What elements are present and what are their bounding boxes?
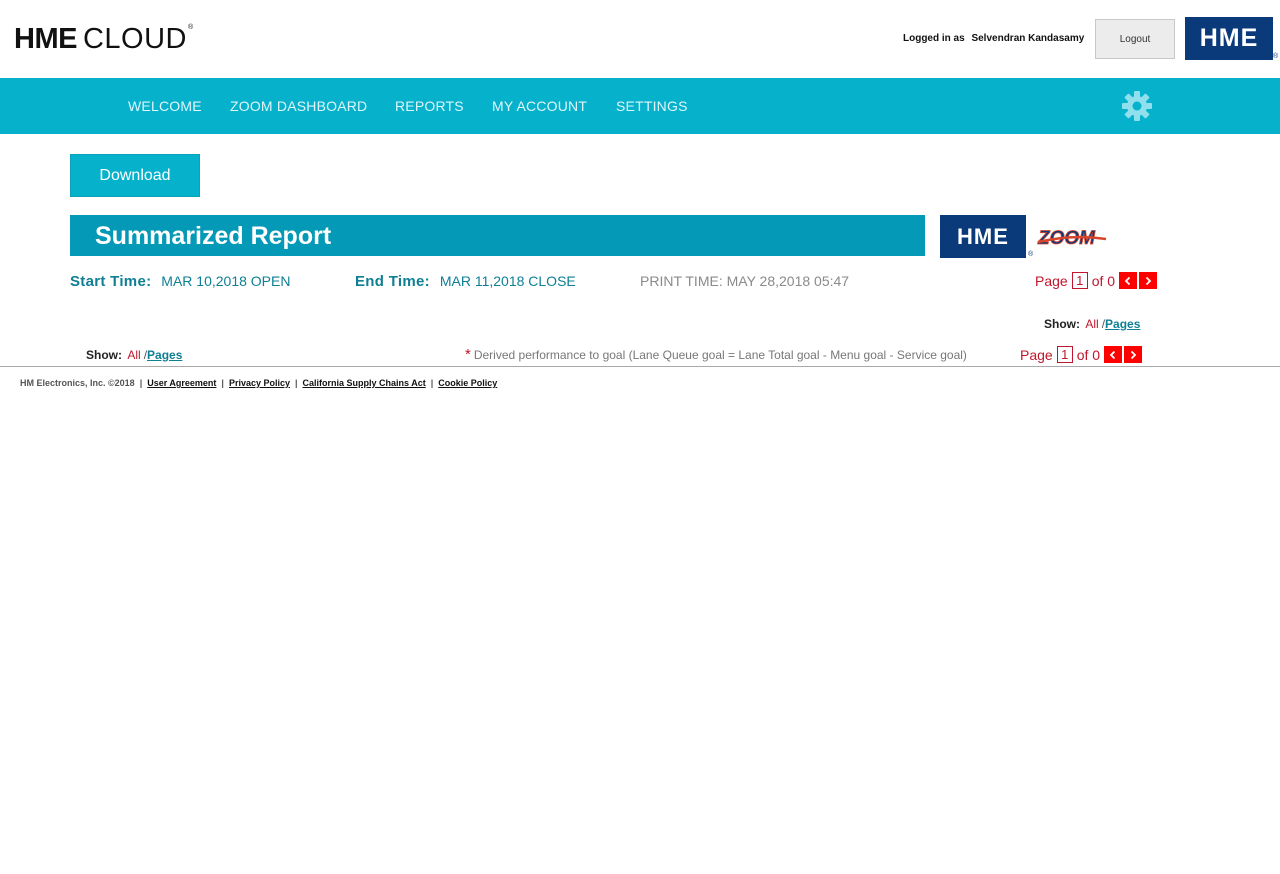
footer-separator: | xyxy=(295,378,298,388)
note-text: Derived performance to goal (Lane Queue … xyxy=(473,348,967,362)
prev-page-button[interactable] xyxy=(1104,346,1123,363)
end-time-value: MAR 11,2018 CLOSE xyxy=(439,273,576,289)
hme-logo-registered-mark: ® xyxy=(1273,53,1279,60)
nav-item-reports[interactable]: REPORTS xyxy=(395,98,464,114)
footer-divider xyxy=(0,366,1280,367)
nav-item-my-account[interactable]: MY ACCOUNT xyxy=(492,98,587,114)
zoom-logo: ZOOM xyxy=(1037,228,1107,249)
report-title: Summarized Report xyxy=(95,222,332,250)
logout-button[interactable]: Logout xyxy=(1095,19,1175,59)
footer-link-cookie-policy[interactable]: Cookie Policy xyxy=(438,378,497,388)
footer-link-user-agreement[interactable]: User Agreement xyxy=(147,378,216,388)
start-time-label: Start Time: xyxy=(70,273,152,290)
header: HME CLOUD ® Logged in as Selvendran Kand… xyxy=(0,0,1280,78)
nav-item-zoom-dashboard[interactable]: ZOOM DASHBOARD xyxy=(230,98,367,114)
show-pages-link[interactable]: Pages xyxy=(147,348,182,362)
show-all-link[interactable]: All xyxy=(127,348,140,362)
asterisk-mark: * xyxy=(465,346,471,363)
pager-page-label: Page xyxy=(1020,346,1053,363)
footer: HM Electronics, Inc. ©2018 | User Agreem… xyxy=(20,378,497,388)
next-page-button[interactable] xyxy=(1124,346,1143,363)
derived-performance-note: * Derived performance to goal (Lane Queue… xyxy=(465,346,967,363)
pager-top: Page 1 of 0 xyxy=(1035,272,1158,289)
download-button[interactable]: Download xyxy=(70,154,200,197)
logged-in-label: Logged in as xyxy=(903,33,965,44)
start-time: Start Time: MAR 10,2018 OPEN xyxy=(70,273,290,290)
next-page-button[interactable] xyxy=(1139,272,1158,289)
chevron-right-icon xyxy=(1130,350,1137,359)
pager-of-label: of 0 xyxy=(1076,346,1101,363)
pager-page-label: Page xyxy=(1035,272,1068,289)
footer-separator: | xyxy=(139,378,143,388)
nav-item-welcome[interactable]: WELCOME xyxy=(128,98,202,114)
pager-bottom: Page 1 of 0 xyxy=(1020,346,1143,363)
hme-logo: HME xyxy=(1185,17,1273,60)
start-time-value: MAR 10,2018 OPEN xyxy=(161,273,291,289)
show-label: Show: xyxy=(1044,317,1080,331)
show-pages-link[interactable]: Pages xyxy=(1105,317,1140,331)
footer-separator: | xyxy=(430,378,434,388)
end-time-label: End Time: xyxy=(355,273,430,290)
hme-logo-text: HME xyxy=(1199,24,1259,52)
footer-link-california-supply-chains-act[interactable]: California Supply Chains Act xyxy=(303,378,426,388)
footer-copyright: HM Electronics, Inc. ©2018 xyxy=(20,378,135,388)
main-nav: WELCOME ZOOM DASHBOARD REPORTS MY ACCOUN… xyxy=(0,78,1280,134)
chevron-left-icon xyxy=(1124,276,1131,285)
print-time: PRINT TIME: MAY 28,2018 05:47 xyxy=(640,273,850,289)
report-hme-logo-text: HME xyxy=(957,223,1009,249)
pager-current-page-input[interactable]: 1 xyxy=(1056,346,1073,363)
end-time: End Time: MAR 11,2018 CLOSE xyxy=(355,273,576,290)
show-label: Show: xyxy=(86,348,122,362)
gear-icon[interactable] xyxy=(1120,89,1154,123)
report-hme-registered-mark: ® xyxy=(1028,251,1034,258)
hme-cloud-logo[interactable]: HME CLOUD ® xyxy=(14,22,193,54)
chevron-left-icon xyxy=(1109,350,1116,359)
footer-separator: | xyxy=(221,378,224,388)
chevron-right-icon xyxy=(1145,276,1152,285)
nav-item-settings[interactable]: SETTINGS xyxy=(616,98,688,114)
show-toggle-bottom: Show: All/Pages xyxy=(86,348,182,362)
login-info: Logged in as Selvendran Kandasamy xyxy=(903,33,1084,44)
report-hme-logo: HME xyxy=(940,215,1026,258)
pager-of-label: of 0 xyxy=(1091,272,1116,289)
brand-cloud-text: CLOUD xyxy=(82,23,187,55)
brand-registered-mark: ® xyxy=(187,24,194,31)
user-name: Selvendran Kandasamy xyxy=(971,33,1085,44)
show-toggle-top: Show: All/Pages xyxy=(1044,317,1140,331)
report-title-banner: Summarized Report xyxy=(70,215,925,256)
footer-link-privacy-policy[interactable]: Privacy Policy xyxy=(229,378,290,388)
prev-page-button[interactable] xyxy=(1119,272,1138,289)
pager-current-page-input[interactable]: 1 xyxy=(1071,272,1088,289)
brand-hme-text: HME xyxy=(14,23,77,55)
show-all-link[interactable]: All xyxy=(1085,317,1098,331)
